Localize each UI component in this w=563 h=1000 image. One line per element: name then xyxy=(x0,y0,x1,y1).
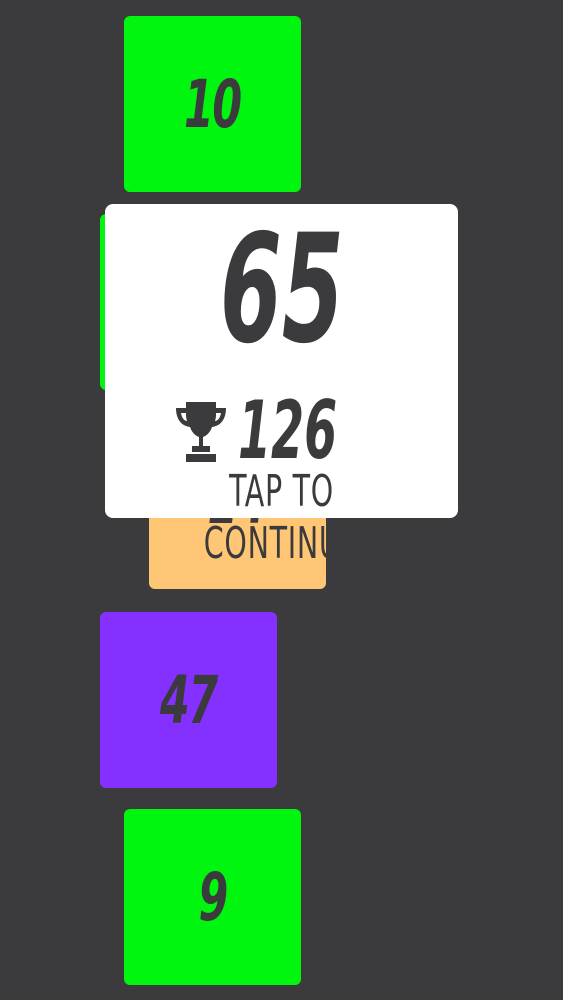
number-tile: 10 xyxy=(124,16,301,192)
tap-to-continue[interactable]: TAP TO CONTINUE xyxy=(105,466,458,570)
number-tile: 9 xyxy=(124,809,301,985)
number-tile: 47 xyxy=(100,612,277,788)
best-score-value: 126 xyxy=(238,384,338,477)
tile-value: 9 xyxy=(198,858,228,936)
tile-value: 10 xyxy=(184,65,242,143)
game-over-panel[interactable]: 65 126 TAP TO CONTINUE xyxy=(105,204,458,569)
current-score: 65 xyxy=(105,210,458,370)
trophy-icon xyxy=(176,402,227,462)
best-score: 126 xyxy=(238,386,388,476)
tap-to-continue-label: TAP TO CONTINUE xyxy=(203,466,360,569)
current-score-value: 65 xyxy=(219,203,344,377)
tile-value: 47 xyxy=(160,661,218,739)
best-score-row: 126 xyxy=(105,386,458,476)
